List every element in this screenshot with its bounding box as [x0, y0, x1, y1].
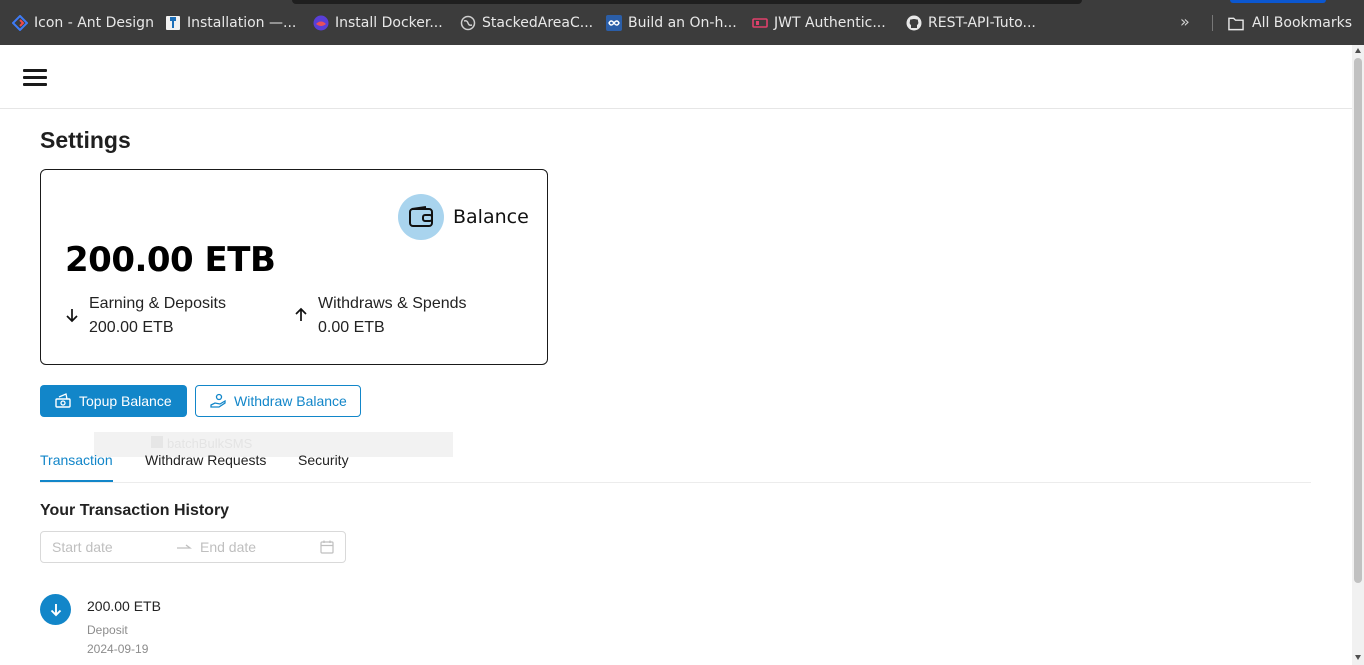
- withdraw-label: Withdraws & Spends: [318, 295, 467, 312]
- withdraw-value: 0.00 ETB: [318, 319, 385, 336]
- settings-tabs: Transaction Withdraw Requests Security: [40, 449, 1311, 483]
- balance-amount: 200.00 ETB: [65, 240, 276, 280]
- jwt-icon: [752, 15, 768, 31]
- withdraw-balance-label: Withdraw Balance: [234, 393, 347, 409]
- bookmark-label: Installation —...: [187, 15, 297, 31]
- arrow-down-icon: [65, 307, 81, 338]
- wallet-icon: [398, 194, 444, 240]
- bookmark-label: Install Docker...: [335, 15, 443, 31]
- active-tab-indicator: [40, 480, 113, 482]
- more-bookmarks-chevron-icon[interactable]: »: [1180, 12, 1190, 31]
- page-title: Settings: [40, 127, 131, 153]
- docker-icon: [313, 15, 329, 31]
- menu-icon[interactable]: [23, 69, 47, 87]
- bookmark-label: Icon - Ant Design: [34, 15, 154, 31]
- scroll-thumb[interactable]: [1354, 58, 1362, 583]
- transaction-amount: 200.00 ETB: [87, 598, 161, 614]
- balance-card: Balance 200.00 ETB Earning & Deposits 20…: [40, 169, 548, 365]
- folder-icon: [1228, 15, 1244, 31]
- arrow-up-icon: [294, 307, 310, 338]
- transaction-date: 2024-09-19: [87, 642, 149, 656]
- bookmark-build-on-h[interactable]: Build an On-h...: [606, 13, 737, 33]
- topup-balance-button[interactable]: Topup Balance: [40, 385, 187, 417]
- hand-coin-icon: [210, 393, 226, 409]
- earning-stat: Earning & Deposits 200.00 ETB: [65, 294, 226, 338]
- bookmark-ant-design[interactable]: Icon - Ant Design: [12, 13, 154, 33]
- globe-icon: [460, 15, 476, 31]
- bookmark-jwt[interactable]: JWT Authentic...: [752, 13, 886, 33]
- all-bookmarks-button[interactable]: All Bookmarks: [1228, 13, 1352, 33]
- github-icon: [906, 15, 922, 31]
- infinity-icon: [606, 15, 622, 31]
- profile-button-edge: [1230, 0, 1326, 3]
- ant-design-icon: [12, 15, 28, 31]
- tab-withdraw-requests[interactable]: Withdraw Requests: [145, 452, 266, 468]
- bookmark-stackedarea[interactable]: StackedAreaC...: [460, 13, 593, 33]
- balance-label: Balance: [453, 206, 529, 228]
- bookmark-label: JWT Authentic...: [774, 15, 886, 31]
- app-header: [0, 45, 1352, 109]
- balance-badge: Balance: [398, 194, 529, 240]
- bookmark-rest-api[interactable]: REST-API-Tuto...: [906, 13, 1036, 33]
- bookmark-label: REST-API-Tuto...: [928, 15, 1036, 31]
- start-date-input[interactable]: [52, 539, 172, 555]
- page-scrollbar[interactable]: [1352, 45, 1364, 665]
- bookmark-label: StackedAreaC...: [482, 15, 594, 31]
- scroll-down-arrow-icon[interactable]: [1355, 655, 1361, 660]
- transaction-type: Deposit: [87, 623, 128, 637]
- earning-value: 200.00 ETB: [89, 319, 174, 336]
- withdraw-balance-button[interactable]: Withdraw Balance: [195, 385, 361, 417]
- scroll-up-arrow-icon[interactable]: [1355, 48, 1361, 53]
- bookmark-install-docker[interactable]: Install Docker...: [313, 13, 443, 33]
- topup-balance-label: Topup Balance: [79, 393, 172, 409]
- money-collect-icon: [55, 393, 71, 409]
- bookmark-label: Build an On-h...: [628, 15, 737, 31]
- tab-transaction[interactable]: Transaction: [40, 452, 113, 468]
- calendar-icon[interactable]: [320, 540, 334, 559]
- earning-label: Earning & Deposits: [89, 295, 226, 312]
- bookmarks-separator: [1212, 15, 1213, 31]
- bookmarks-bar: Icon - Ant Design Installation —... Inst…: [0, 0, 1364, 45]
- ghost-icon: [151, 436, 163, 448]
- all-bookmarks-label: All Bookmarks: [1252, 15, 1353, 31]
- tab-security[interactable]: Security: [298, 452, 349, 468]
- deposit-arrow-down-icon: [40, 594, 71, 625]
- bookmark-installation[interactable]: Installation —...: [165, 13, 296, 33]
- date-range-picker[interactable]: [40, 531, 346, 563]
- withdraw-stat: Withdraws & Spends 0.00 ETB: [294, 294, 467, 338]
- swap-right-icon: [176, 540, 192, 559]
- transaction-history-title: Your Transaction History: [40, 502, 230, 519]
- tab-strip-edge: [292, 0, 1082, 4]
- end-date-input[interactable]: [200, 539, 320, 555]
- doc-icon: [165, 15, 181, 31]
